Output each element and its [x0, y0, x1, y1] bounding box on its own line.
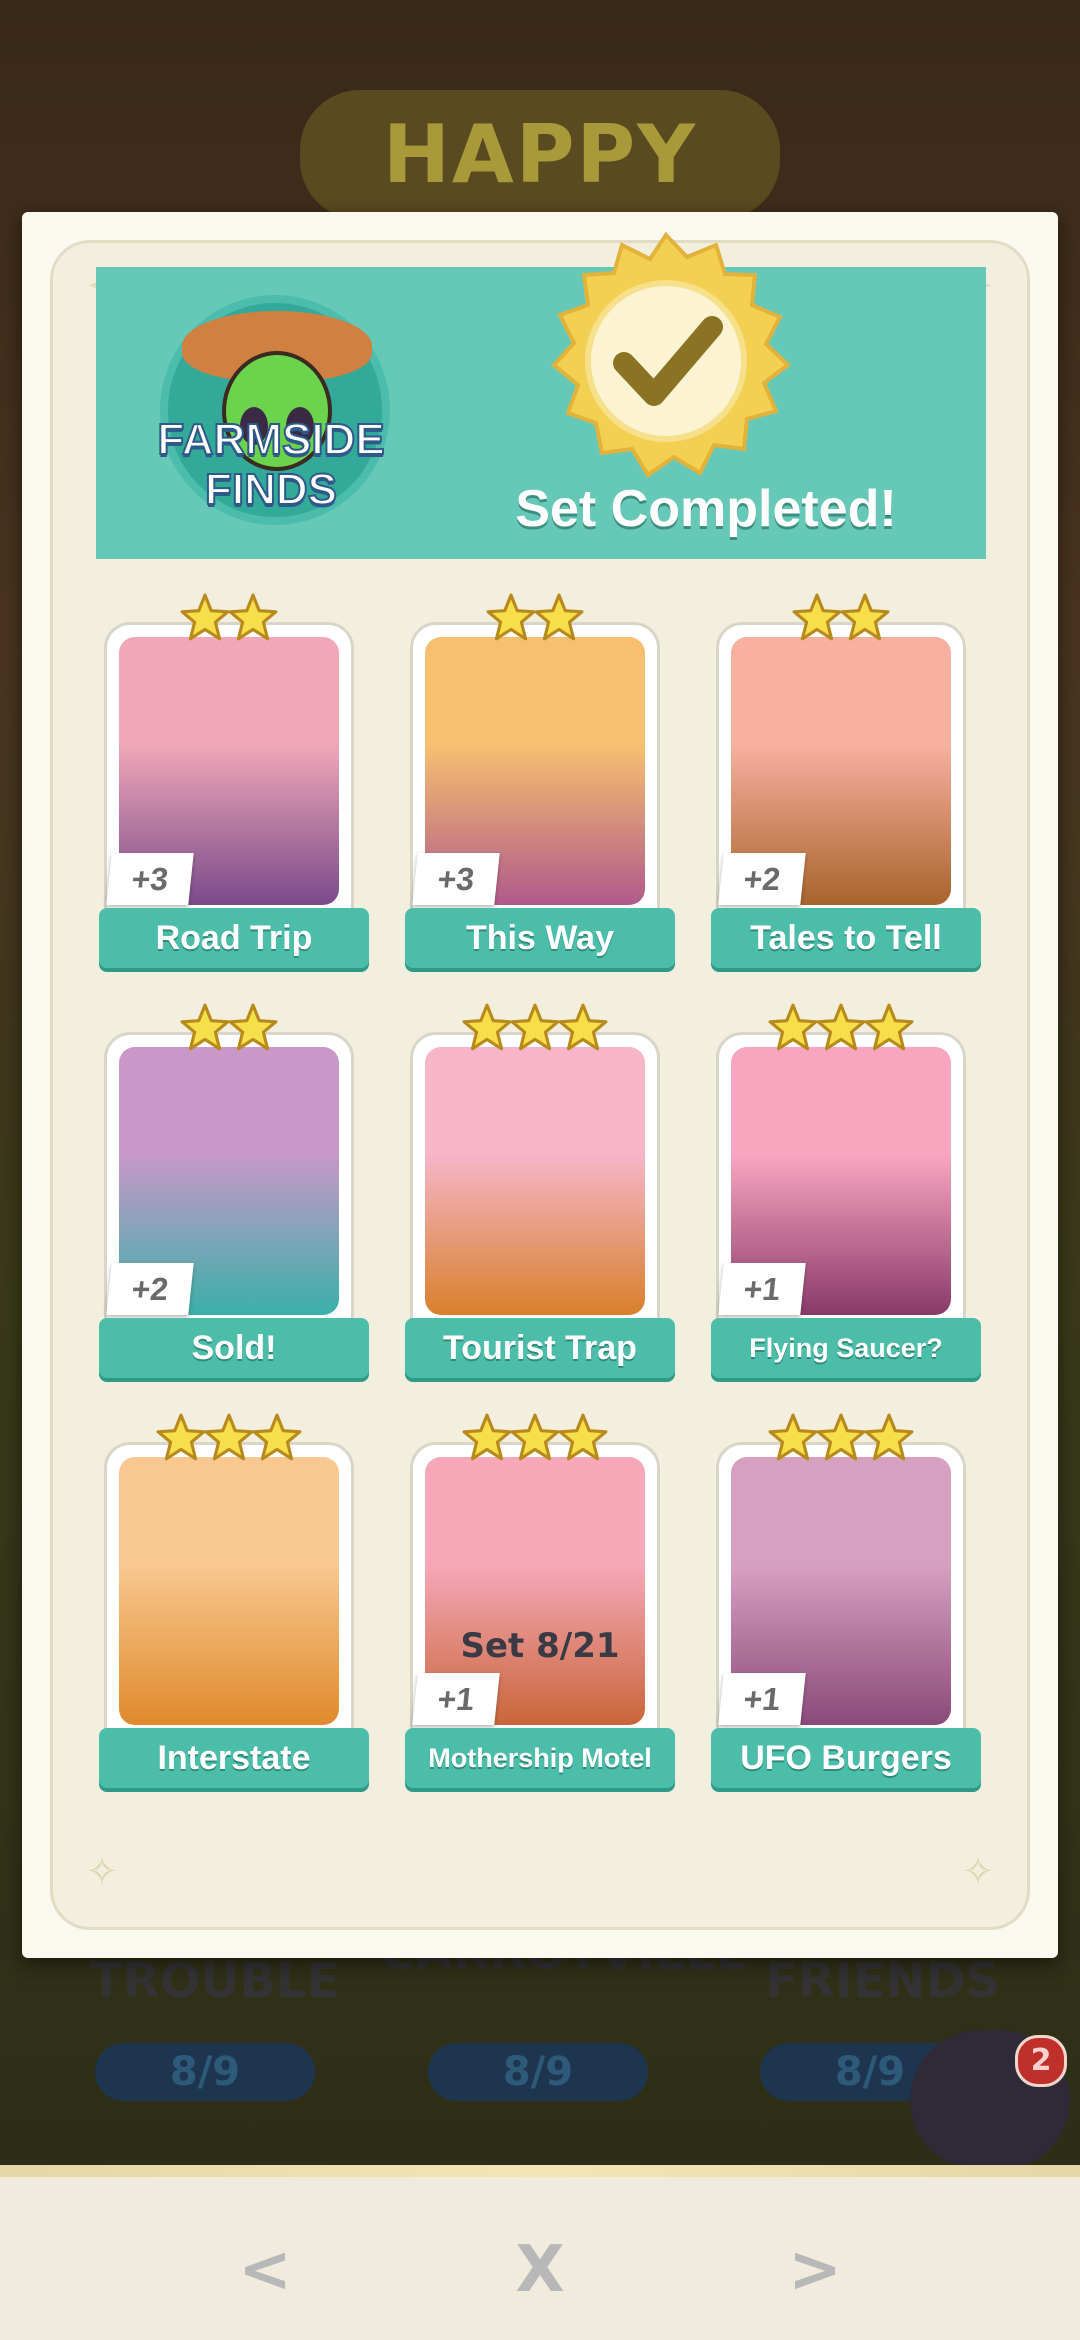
sticker-name: Mothership Motel	[428, 1742, 652, 1773]
sticker-name: Tales to Tell	[750, 918, 942, 957]
sticker-name: Tourist Trap	[443, 1328, 637, 1367]
notification-badge: 2	[1015, 2035, 1067, 2087]
sticker-card[interactable]: Tourist Trap	[400, 1002, 675, 1378]
star-icon	[179, 592, 231, 644]
sticker-name-ribbon: Tourist Trap	[405, 1318, 675, 1378]
sticker-frame: +1 Flying Saucer?	[711, 1032, 981, 1378]
bg-set-label: TROUBLE	[90, 1953, 340, 2009]
set-logo-title: FARMSIDE FINDS	[156, 414, 385, 515]
sticker-frame: +3 This Way	[405, 622, 675, 968]
rarity-stars	[400, 1002, 670, 1058]
sticker-frame: +2 Sold!	[99, 1032, 369, 1378]
star-icon	[509, 1002, 561, 1054]
sticker-frame: +2 Tales to Tell	[711, 622, 981, 968]
bottom-nav: < X >	[0, 2165, 1080, 2340]
sticker-name: This Way	[466, 918, 614, 957]
sticker-name-ribbon: Interstate	[99, 1728, 369, 1788]
set-completed-text: Set Completed!	[515, 480, 897, 538]
bg-set-label: FRIENDS	[765, 1953, 1000, 2009]
set-counter: Set 8/21	[460, 1626, 620, 1666]
star-icon	[227, 592, 279, 644]
sticker-frame: Tourist Trap	[405, 1032, 675, 1378]
sticker-name-ribbon: Flying Saucer?	[711, 1318, 981, 1378]
next-set-button[interactable]: >	[765, 2225, 865, 2315]
sticker-count-badge: +3	[106, 853, 194, 905]
event-banner: HAPPY	[300, 90, 780, 220]
sticker-card[interactable]: +3 Road Trip	[94, 592, 369, 968]
rarity-stars	[94, 1412, 364, 1468]
bg-set-progress: 8/9	[95, 2043, 315, 2101]
close-button[interactable]: X	[490, 2225, 590, 2315]
sticker-count-badge: +1	[412, 1673, 500, 1725]
bg-set-progress: 8/9	[428, 2043, 648, 2101]
sticker-name: UFO Burgers	[740, 1738, 952, 1777]
rarity-stars	[706, 1002, 976, 1058]
sticker-name-ribbon: This Way	[405, 908, 675, 968]
star-icon	[815, 1002, 867, 1054]
sticker-name-ribbon: Sold!	[99, 1318, 369, 1378]
sticker-name-ribbon: Road Trip	[99, 908, 369, 968]
star-icon	[767, 1412, 819, 1464]
star-icon	[203, 1412, 255, 1464]
set-header: FARMSIDE FINDS Set Completed!	[96, 231, 986, 559]
sticker-artwork	[119, 1457, 339, 1725]
star-icon	[461, 1412, 513, 1464]
star-icon	[557, 1412, 609, 1464]
sticker-frame: +1 Mothership Motel	[405, 1442, 675, 1788]
sticker-card[interactable]: +1 UFO Burgers	[706, 1412, 981, 1788]
completed-seal-icon	[551, 231, 792, 478]
star-icon	[179, 1002, 231, 1054]
rarity-stars	[400, 592, 670, 648]
sticker-count-badge: +2	[106, 1263, 194, 1315]
sticker-name-ribbon: Tales to Tell	[711, 908, 981, 968]
sticker-name: Flying Saucer?	[749, 1332, 943, 1363]
sticker-name: Sold!	[191, 1328, 277, 1367]
sticker-count-badge: +1	[718, 1263, 806, 1315]
sticker-name-ribbon: UFO Burgers	[711, 1728, 981, 1788]
star-icon	[509, 1412, 561, 1464]
sticker-card[interactable]: +1 Flying Saucer?	[706, 1002, 981, 1378]
sticker-artwork	[425, 1047, 645, 1315]
nav-divider	[0, 2165, 1080, 2177]
star-icon	[533, 592, 585, 644]
sticker-frame: Interstate	[99, 1442, 369, 1788]
star-icon	[863, 1002, 915, 1054]
set-detail-card: ✧ ✧ ✧ ✧ FARMSIDE FINDS Set Completed! +3…	[22, 212, 1058, 1958]
sticker-card[interactable]: Interstate	[94, 1412, 369, 1788]
sticker-count-badge: +3	[412, 853, 500, 905]
sticker-card[interactable]: +2 Sold!	[94, 1002, 369, 1378]
sticker-card[interactable]: +2 Tales to Tell	[706, 592, 981, 968]
sticker-name: Interstate	[157, 1738, 311, 1777]
rarity-stars	[706, 1412, 976, 1468]
rarity-stars	[400, 1412, 670, 1468]
sticker-frame: +1 UFO Burgers	[711, 1442, 981, 1788]
star-icon	[839, 592, 891, 644]
sticker-card[interactable]: +3 This Way	[400, 592, 675, 968]
sticker-name: Road Trip	[155, 918, 313, 957]
star-icon	[767, 1002, 819, 1054]
sticker-frame: +3 Road Trip	[99, 622, 369, 968]
star-icon	[863, 1412, 915, 1464]
star-icon	[791, 592, 843, 644]
corner-ornament-icon: ✧	[961, 1849, 995, 1895]
sticker-name-ribbon: Mothership Motel	[405, 1728, 675, 1788]
star-icon	[815, 1412, 867, 1464]
star-icon	[227, 1002, 279, 1054]
corner-ornament-icon: ✧	[85, 1849, 119, 1895]
sticker-count-badge: +1	[718, 1673, 806, 1725]
sticker-count-badge: +2	[718, 853, 806, 905]
previous-set-button[interactable]: <	[215, 2225, 315, 2315]
rarity-stars	[94, 1002, 364, 1058]
star-icon	[557, 1002, 609, 1054]
rarity-stars	[706, 592, 976, 648]
sticker-card[interactable]: +1 Mothership Motel	[400, 1412, 675, 1788]
star-icon	[485, 592, 537, 644]
star-icon	[155, 1412, 207, 1464]
star-icon	[251, 1412, 303, 1464]
star-icon	[461, 1002, 513, 1054]
rarity-stars	[94, 592, 364, 648]
